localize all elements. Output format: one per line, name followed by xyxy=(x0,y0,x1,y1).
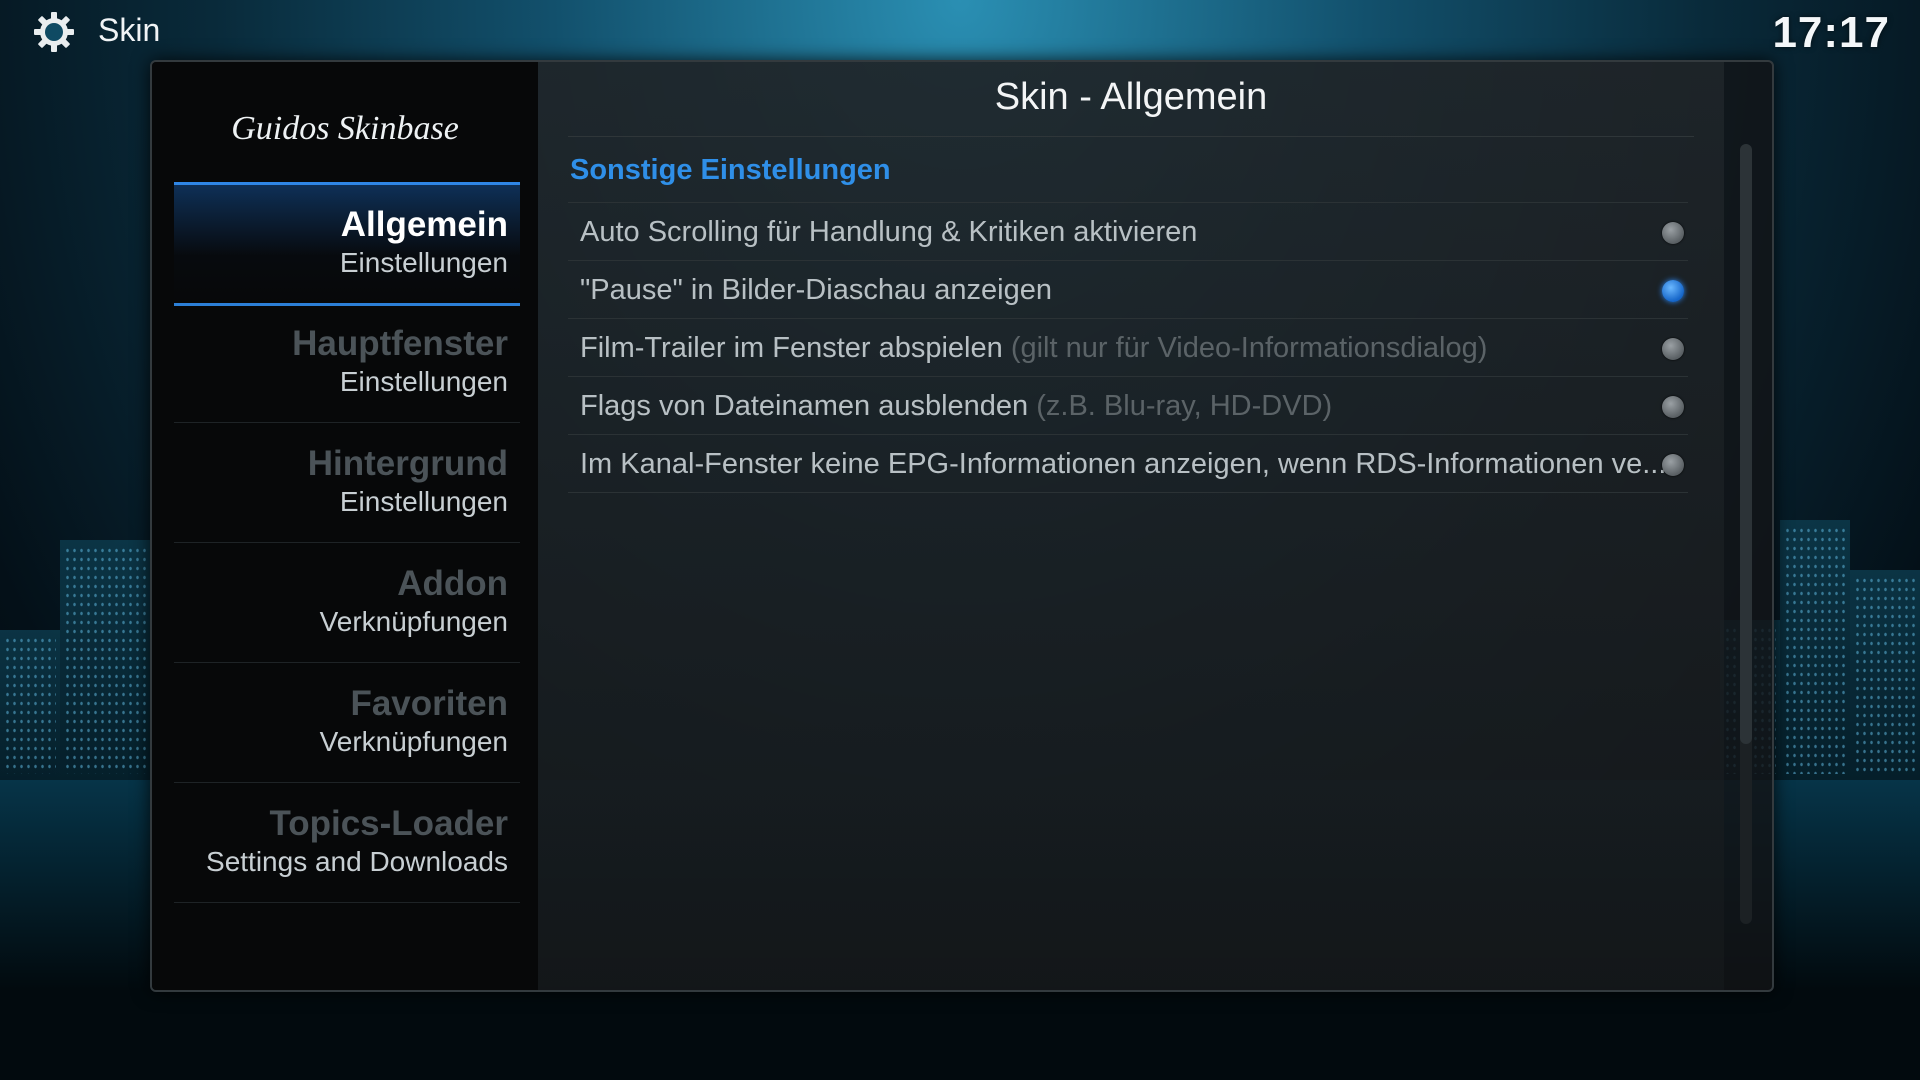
sidebar-item-subtitle: Settings and Downloads xyxy=(206,846,508,877)
divider xyxy=(568,136,1694,137)
sidebar-item-hauptfenster[interactable]: Hauptfenster Einstellungen xyxy=(174,304,520,423)
setting-row-epg-rds[interactable]: Im Kanal-Fenster keine EPG-Informationen… xyxy=(568,434,1688,493)
gear-icon xyxy=(34,12,74,52)
app-title: Skin xyxy=(98,12,161,48)
row-divider xyxy=(568,492,1688,493)
sidebar-item-title: Addon xyxy=(397,564,508,603)
scrollbar-thumb[interactable] xyxy=(1740,144,1752,744)
sidebar-item-hintergrund[interactable]: Hintergrund Einstellungen xyxy=(174,424,520,543)
top-bar: Skin 17:17 xyxy=(0,0,1920,62)
setting-row-pause-diaschau[interactable]: "Pause" in Bilder-Diaschau anzeigen xyxy=(568,260,1688,319)
page-title: Skin - Allgemein xyxy=(994,76,1268,118)
sidebar: Guidos Skinbase Allgemein Einstellungen … xyxy=(152,62,538,990)
setting-hint: (z.B. Blu-ray, HD-DVD) xyxy=(1036,390,1333,422)
sidebar-item-favoriten[interactable]: Favoriten Verknüpfungen xyxy=(174,664,520,783)
sidebar-item-title: Topics-Loader xyxy=(269,804,508,843)
section-header: Sonstige Einstellungen xyxy=(570,154,891,186)
setting-label: Im Kanal-Fenster keine EPG-Informationen… xyxy=(580,448,1667,480)
sidebar-item-subtitle: Einstellungen xyxy=(339,247,508,278)
sidebar-item-subtitle: Einstellungen xyxy=(339,366,508,397)
setting-row-film-trailer[interactable]: Film-Trailer im Fenster abspielen (gilt … xyxy=(568,318,1688,377)
settings-content: Skin - Allgemein Sonstige Einstellungen … xyxy=(538,62,1724,990)
sidebar-item-title: Favoriten xyxy=(350,684,508,723)
setting-label: Auto Scrolling für Handlung & Kritiken a… xyxy=(580,216,1198,248)
radio-toggle[interactable] xyxy=(1662,454,1684,476)
settings-panel: Guidos Skinbase Allgemein Einstellungen … xyxy=(150,60,1774,992)
setting-label: Film-Trailer im Fenster abspielen (gilt … xyxy=(580,332,1488,364)
sidebar-item-title: Allgemein xyxy=(340,205,508,244)
sidebar-item-addon[interactable]: Addon Verknüpfungen xyxy=(174,544,520,663)
sidebar-item-subtitle: Einstellungen xyxy=(339,486,508,517)
setting-hint: (gilt nur für Video-Informationsdialog) xyxy=(1010,332,1488,364)
brand-logo-text: Guidos Skinbase xyxy=(231,110,459,147)
setting-row-auto-scrolling[interactable]: Auto Scrolling für Handlung & Kritiken a… xyxy=(568,202,1688,261)
setting-label: "Pause" in Bilder-Diaschau anzeigen xyxy=(580,274,1052,306)
sidebar-item-subtitle: Verknüpfungen xyxy=(319,726,508,757)
radio-toggle[interactable] xyxy=(1662,280,1684,302)
radio-toggle[interactable] xyxy=(1662,222,1684,244)
radio-toggle[interactable] xyxy=(1662,396,1684,418)
sidebar-item-title: Hintergrund xyxy=(307,444,508,483)
setting-label: Flags von Dateinamen ausblenden (z.B. Bl… xyxy=(580,390,1333,422)
sidebar-item-allgemein[interactable]: Allgemein Einstellungen xyxy=(174,182,520,306)
sidebar-item-title: Hauptfenster xyxy=(292,324,508,363)
setting-row-flags-ausblenden[interactable]: Flags von Dateinamen ausblenden (z.B. Bl… xyxy=(568,376,1688,435)
scrollbar[interactable] xyxy=(1740,144,1752,924)
clock: 17:17 xyxy=(1772,8,1890,57)
sidebar-item-subtitle: Verknüpfungen xyxy=(319,606,508,637)
radio-toggle[interactable] xyxy=(1662,338,1684,360)
sidebar-item-topics-loader[interactable]: Topics-Loader Settings and Downloads xyxy=(174,784,520,903)
